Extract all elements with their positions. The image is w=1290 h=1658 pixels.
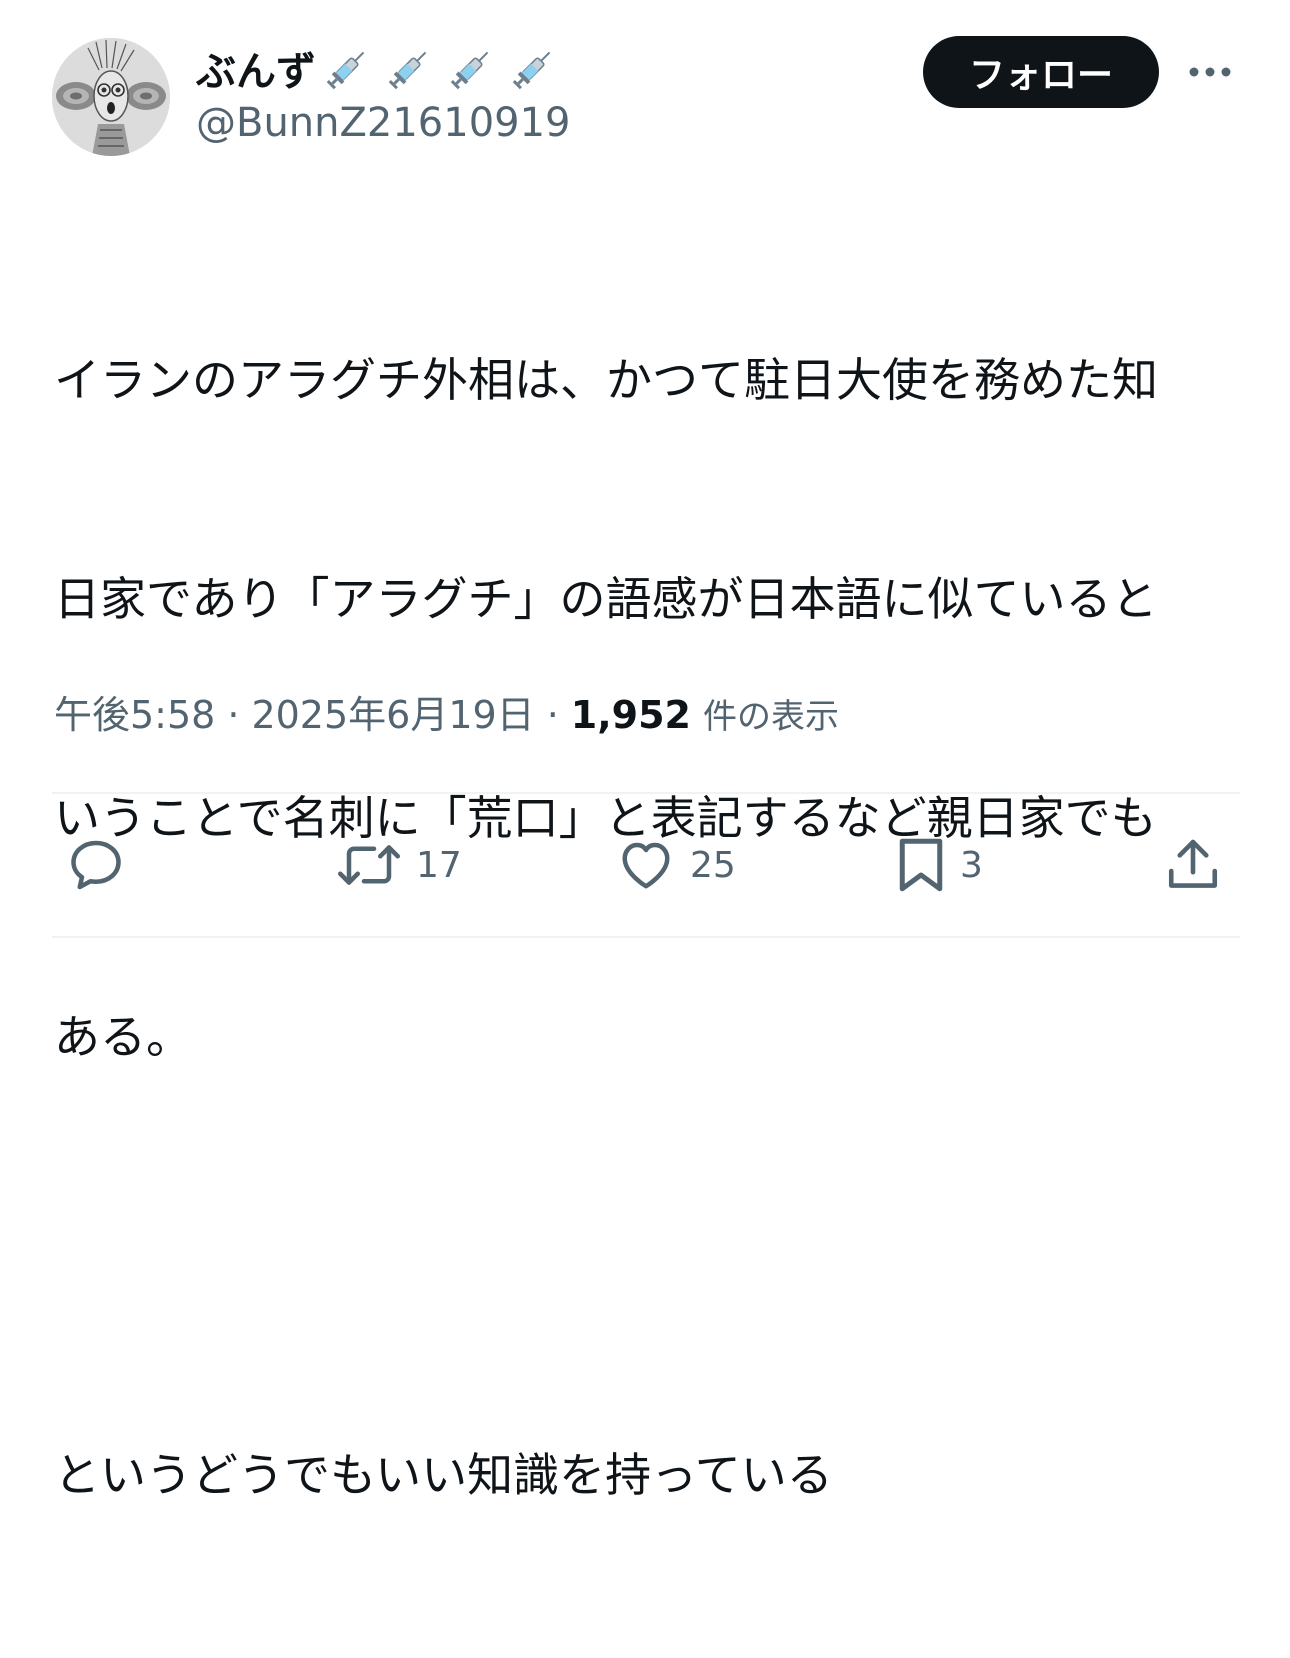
tweet-text: イランのアラグチ外相は、かつて駐日大使を務めた知 日家であり「アラグチ」の語感が… — [54, 198, 1234, 1658]
share-icon — [1168, 839, 1218, 888]
retweet-icon — [338, 845, 400, 885]
bookmark-button[interactable]: 3 — [896, 832, 983, 898]
display-name[interactable]: ぶんず — [196, 39, 316, 97]
bookmark-count: 3 — [960, 844, 983, 886]
user-handle[interactable]: @BunnZ21610919 — [196, 100, 571, 146]
like-count: 25 — [690, 844, 736, 886]
follow-button[interactable]: フォロー — [923, 36, 1159, 108]
more-options-button[interactable] — [1180, 50, 1240, 94]
views-label: 件の表示 — [702, 697, 839, 737]
tweet-date[interactable]: 2025年6月19日 — [251, 684, 534, 739]
name-emojis — [322, 42, 560, 94]
syringe-icon — [388, 51, 427, 90]
syringe-icon — [450, 51, 489, 90]
more-dots-icon — [1189, 67, 1231, 77]
bookmark-icon — [899, 838, 943, 892]
tweet-time[interactable]: 午後5:58 — [54, 684, 215, 739]
tweet-card: ぶんず @BunnZ21610919 フォロー イランのアラグチ外相は、かつて駐… — [0, 0, 1290, 1502]
tweet-meta: 午後5:58 · 2025年6月19日 · 1,952 件の表示 — [54, 684, 839, 739]
syringe-icon — [326, 51, 365, 90]
avatar[interactable] — [52, 38, 170, 156]
divider — [52, 936, 1240, 938]
name-row: ぶんず — [196, 40, 560, 96]
like-button[interactable]: 25 — [616, 832, 736, 898]
tweet-text-line: 日家であり「アラグチ」の語感が日本語に似ていると — [54, 572, 1158, 626]
tweet-text-line: イランのアラグチ外相は、かつて駐日大使を務めた知 — [54, 353, 1158, 407]
meta-separator: · — [227, 693, 240, 737]
syringe-icon — [512, 51, 551, 90]
retweet-count: 17 — [416, 844, 462, 886]
share-button[interactable] — [1164, 832, 1222, 898]
reply-button[interactable] — [66, 832, 140, 898]
views-count[interactable]: 1,952 — [571, 693, 691, 737]
reply-icon — [71, 840, 121, 890]
meta-separator: · — [546, 693, 559, 737]
heart-icon — [622, 842, 670, 889]
avatar-image — [52, 38, 170, 156]
retweet-button[interactable]: 17 — [336, 832, 462, 898]
tweet-text-line: というどうでもいい知識を持っている — [54, 1448, 833, 1502]
divider — [52, 792, 1240, 794]
tweet-text-line: ある。 — [54, 1010, 192, 1064]
